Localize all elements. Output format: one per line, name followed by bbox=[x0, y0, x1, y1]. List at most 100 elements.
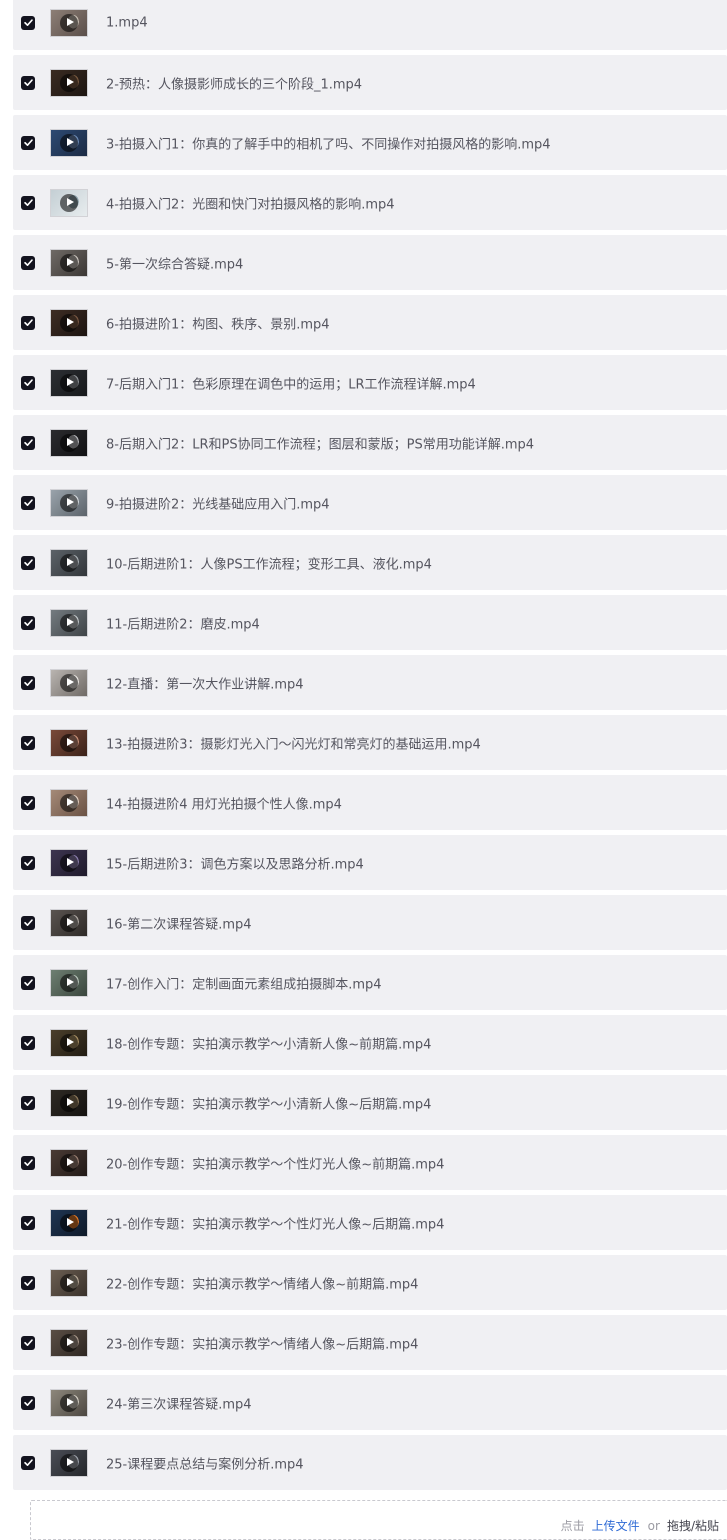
video-thumbnail[interactable] bbox=[50, 1208, 88, 1237]
checkmark-icon bbox=[23, 1399, 33, 1406]
file-checkbox[interactable] bbox=[21, 855, 35, 870]
file-checkbox[interactable] bbox=[21, 1155, 35, 1170]
file-row[interactable]: 9-拍摄进阶2：光线基础应用入门.mp4 bbox=[13, 475, 727, 530]
file-row[interactable]: 3-拍摄入门1：你真的了解手中的相机了吗、不同操作对拍摄风格的影响.mp4 bbox=[13, 115, 727, 170]
file-row[interactable]: 14-拍摄进阶4 用灯光拍摄个性人像.mp4 bbox=[13, 775, 727, 830]
file-row[interactable]: 12-直播：第一次大作业讲解.mp4 bbox=[13, 655, 727, 710]
file-name: 13-拍摄进阶3：摄影灯光入门～闪光灯和常亮灯的基础运用.mp4 bbox=[106, 737, 481, 752]
file-row[interactable]: 20-创作专题：实拍演示教学～个性灯光人像~前期篇.mp4 bbox=[13, 1135, 727, 1190]
file-checkbox[interactable] bbox=[21, 1395, 35, 1410]
file-row[interactable]: 4-拍摄入门2：光圈和快门对拍摄风格的影响.mp4 bbox=[13, 175, 727, 230]
file-row[interactable]: 1.mp4 bbox=[13, 0, 727, 50]
file-checkbox[interactable] bbox=[21, 255, 35, 270]
drag-paste-text: 拖拽/粘贴 bbox=[666, 1519, 719, 1533]
file-row[interactable]: 13-拍摄进阶3：摄影灯光入门～闪光灯和常亮灯的基础运用.mp4 bbox=[13, 715, 727, 770]
file-row[interactable]: 5-第一次综合答疑.mp4 bbox=[13, 235, 727, 290]
checkmark-icon bbox=[23, 1339, 33, 1346]
video-thumbnail[interactable] bbox=[50, 68, 88, 97]
video-thumbnail[interactable] bbox=[50, 1088, 88, 1117]
file-checkbox[interactable] bbox=[21, 675, 35, 690]
file-row[interactable]: 22-创作专题：实拍演示教学～情绪人像~前期篇.mp4 bbox=[13, 1255, 727, 1310]
file-row[interactable]: 25-课程要点总结与案例分析.mp4 bbox=[13, 1435, 727, 1490]
video-thumbnail[interactable] bbox=[50, 1328, 88, 1357]
video-thumbnail[interactable] bbox=[50, 488, 88, 517]
checkmark-icon bbox=[23, 1159, 33, 1166]
play-icon bbox=[60, 613, 78, 632]
file-name: 19-创作专题：实拍演示教学～小清新人像~后期篇.mp4 bbox=[106, 1097, 432, 1112]
file-row[interactable]: 21-创作专题：实拍演示教学～个性灯光人像~后期篇.mp4 bbox=[13, 1195, 727, 1250]
video-thumbnail[interactable] bbox=[50, 788, 88, 817]
checkmark-icon bbox=[23, 139, 33, 146]
file-checkbox[interactable] bbox=[21, 15, 35, 30]
file-row[interactable]: 24-第三次课程答疑.mp4 bbox=[13, 1375, 727, 1430]
checkmark-icon bbox=[23, 259, 33, 266]
video-thumbnail[interactable] bbox=[50, 128, 88, 157]
upload-dropzone[interactable]: 点击 上传文件 or 拖拽/粘贴 bbox=[30, 1500, 727, 1540]
video-thumbnail[interactable] bbox=[50, 608, 88, 637]
file-checkbox[interactable] bbox=[21, 1275, 35, 1290]
video-thumbnail[interactable] bbox=[50, 248, 88, 277]
play-icon bbox=[60, 1033, 78, 1052]
checkmark-icon bbox=[23, 559, 33, 566]
file-row[interactable]: 17-创作入门：定制画面元素组成拍摄脚本.mp4 bbox=[13, 955, 727, 1010]
play-icon bbox=[60, 73, 78, 92]
file-checkbox[interactable] bbox=[21, 1455, 35, 1470]
file-row[interactable]: 16-第二次课程答疑.mp4 bbox=[13, 895, 727, 950]
file-checkbox[interactable] bbox=[21, 915, 35, 930]
file-checkbox[interactable] bbox=[21, 555, 35, 570]
file-checkbox[interactable] bbox=[21, 1215, 35, 1230]
file-row[interactable]: 8-后期入门2：LR和PS协同工作流程；图层和蒙版；PS常用功能详解.mp4 bbox=[13, 415, 727, 470]
video-thumbnail[interactable] bbox=[50, 1148, 88, 1177]
file-checkbox[interactable] bbox=[21, 1095, 35, 1110]
file-checkbox[interactable] bbox=[21, 75, 35, 90]
file-row[interactable]: 19-创作专题：实拍演示教学～小清新人像~后期篇.mp4 bbox=[13, 1075, 727, 1130]
file-row[interactable]: 23-创作专题：实拍演示教学～情绪人像~后期篇.mp4 bbox=[13, 1315, 727, 1370]
video-thumbnail[interactable] bbox=[50, 1268, 88, 1297]
checkmark-icon bbox=[23, 439, 33, 446]
checkmark-icon bbox=[23, 1279, 33, 1286]
file-checkbox[interactable] bbox=[21, 975, 35, 990]
file-checkbox[interactable] bbox=[21, 195, 35, 210]
file-checkbox[interactable] bbox=[21, 735, 35, 750]
video-thumbnail[interactable] bbox=[50, 308, 88, 337]
file-checkbox[interactable] bbox=[21, 495, 35, 510]
checkmark-icon bbox=[23, 499, 33, 506]
file-checkbox[interactable] bbox=[21, 375, 35, 390]
video-thumbnail[interactable] bbox=[50, 1388, 88, 1417]
video-thumbnail[interactable] bbox=[50, 368, 88, 397]
video-thumbnail[interactable] bbox=[50, 8, 88, 37]
file-row[interactable]: 2-预热：人像摄影师成长的三个阶段_1.mp4 bbox=[13, 55, 727, 110]
file-row[interactable]: 7-后期入门1：色彩原理在调色中的运用；LR工作流程详解.mp4 bbox=[13, 355, 727, 410]
play-icon bbox=[60, 1333, 78, 1352]
file-name: 20-创作专题：实拍演示教学～个性灯光人像~前期篇.mp4 bbox=[106, 1157, 445, 1172]
video-thumbnail[interactable] bbox=[50, 548, 88, 577]
file-checkbox[interactable] bbox=[21, 1035, 35, 1050]
file-row[interactable]: 15-后期进阶3：调色方案以及思路分析.mp4 bbox=[13, 835, 727, 890]
video-thumbnail[interactable] bbox=[50, 968, 88, 997]
upload-file-link[interactable]: 上传文件 bbox=[592, 1519, 640, 1533]
file-row[interactable]: 10-后期进阶1：人像PS工作流程；变形工具、液化.mp4 bbox=[13, 535, 727, 590]
file-row[interactable]: 18-创作专题：实拍演示教学～小清新人像~前期篇.mp4 bbox=[13, 1015, 727, 1070]
video-thumbnail[interactable] bbox=[50, 188, 88, 217]
video-thumbnail[interactable] bbox=[50, 848, 88, 877]
video-thumbnail[interactable] bbox=[50, 668, 88, 697]
file-checkbox[interactable] bbox=[21, 1335, 35, 1350]
file-checkbox[interactable] bbox=[21, 315, 35, 330]
file-checkbox[interactable] bbox=[21, 615, 35, 630]
file-name: 1.mp4 bbox=[106, 15, 148, 30]
file-name: 12-直播：第一次大作业讲解.mp4 bbox=[106, 677, 304, 692]
file-row[interactable]: 11-后期进阶2：磨皮.mp4 bbox=[13, 595, 727, 650]
play-icon bbox=[60, 1453, 78, 1472]
file-row[interactable]: 6-拍摄进阶1：构图、秩序、景别.mp4 bbox=[13, 295, 727, 350]
video-thumbnail[interactable] bbox=[50, 1448, 88, 1477]
file-checkbox[interactable] bbox=[21, 135, 35, 150]
file-name: 23-创作专题：实拍演示教学～情绪人像~后期篇.mp4 bbox=[106, 1337, 419, 1352]
video-thumbnail[interactable] bbox=[50, 428, 88, 457]
file-name: 22-创作专题：实拍演示教学～情绪人像~前期篇.mp4 bbox=[106, 1277, 419, 1292]
checkmark-icon bbox=[23, 619, 33, 626]
file-checkbox[interactable] bbox=[21, 795, 35, 810]
video-thumbnail[interactable] bbox=[50, 1028, 88, 1057]
video-thumbnail[interactable] bbox=[50, 908, 88, 937]
file-checkbox[interactable] bbox=[21, 435, 35, 450]
video-thumbnail[interactable] bbox=[50, 728, 88, 757]
